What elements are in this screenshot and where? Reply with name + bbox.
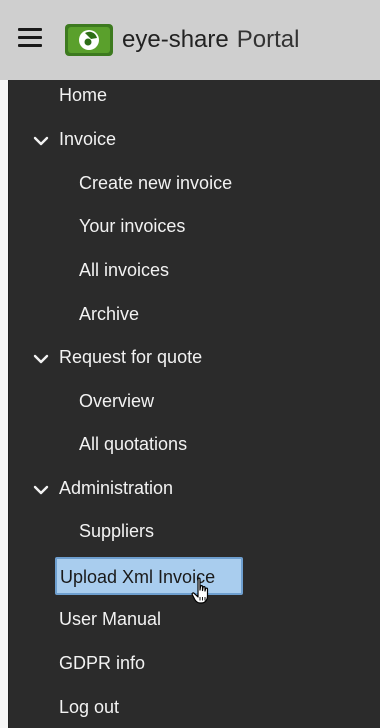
nav-suppliers[interactable]: Suppliers xyxy=(79,520,154,542)
nav-log-out[interactable]: Log out xyxy=(59,696,119,718)
eye-share-logo-icon xyxy=(64,23,114,57)
nav-your-invoices-label: Your invoices xyxy=(79,216,186,236)
nav-overview[interactable]: Overview xyxy=(79,390,154,412)
app-frame: eye-share Portal Home Invoice Create new … xyxy=(0,0,380,728)
nav-request-for-quote-group[interactable]: Request for quote xyxy=(33,346,202,370)
chevron-down-icon xyxy=(33,348,53,370)
chevron-down-icon xyxy=(33,479,53,501)
nav-all-quotations[interactable]: All quotations xyxy=(79,433,187,455)
nav-invoice-group[interactable]: Invoice xyxy=(33,128,116,152)
left-edge-strip xyxy=(0,0,8,728)
nav-all-invoices[interactable]: All invoices xyxy=(79,259,169,281)
nav-upload-xml-invoice[interactable]: Upload Xml Invoice xyxy=(55,557,243,595)
brand-title: eye-share Portal xyxy=(122,26,299,54)
nav-gdpr-info[interactable]: GDPR info xyxy=(59,652,145,674)
hamburger-menu-icon[interactable] xyxy=(14,28,46,52)
nav-all-quotations-label: All quotations xyxy=(79,434,188,454)
nav-administration-label: Administration xyxy=(59,478,174,498)
nav-gdpr-info-label: GDPR info xyxy=(59,653,146,673)
chevron-down-icon xyxy=(33,130,53,152)
top-header: eye-share Portal xyxy=(0,0,380,80)
brand-name: eye-share xyxy=(122,26,229,53)
nav-your-invoices[interactable]: Your invoices xyxy=(79,215,185,237)
nav-all-invoices-label: All invoices xyxy=(79,260,170,280)
nav-request-for-quote-label: Request for quote xyxy=(59,347,203,367)
nav-administration-group[interactable]: Administration xyxy=(33,477,173,501)
nav-user-manual-label: User Manual xyxy=(59,609,162,629)
nav-user-manual[interactable]: User Manual xyxy=(59,608,161,630)
nav-archive-label: Archive xyxy=(79,304,140,324)
nav-home-label: Home xyxy=(59,85,108,105)
nav-upload-xml-invoice-label: Upload Xml Invoice xyxy=(60,567,216,587)
nav-create-new-invoice[interactable]: Create new invoice xyxy=(79,172,232,194)
nav-create-new-invoice-label: Create new invoice xyxy=(79,173,233,193)
nav-archive[interactable]: Archive xyxy=(79,303,139,325)
nav-invoice-label: Invoice xyxy=(59,129,117,149)
nav-log-out-label: Log out xyxy=(59,697,120,717)
nav-suppliers-label: Suppliers xyxy=(79,521,155,541)
nav-overview-label: Overview xyxy=(79,391,155,411)
brand-suffix: Portal xyxy=(236,26,300,53)
nav-home[interactable]: Home xyxy=(59,84,107,106)
